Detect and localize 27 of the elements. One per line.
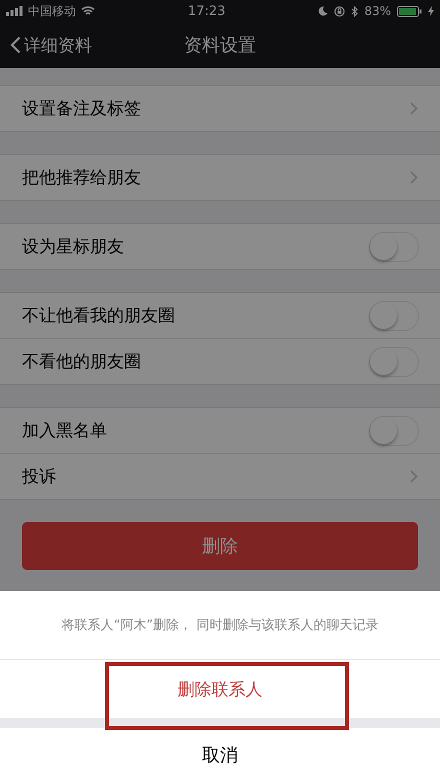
settings-row[interactable]: 不让他看我的朋友圈 xyxy=(0,293,440,338)
settings-row[interactable]: 设为星标朋友 xyxy=(0,224,440,269)
settings-row[interactable]: 加入黑名单 xyxy=(0,408,440,453)
page-title: 资料设置 xyxy=(184,34,256,57)
back-button[interactable]: 详细资料 xyxy=(0,34,92,56)
clock-time: 17:23 xyxy=(188,4,226,18)
toggle-switch[interactable] xyxy=(369,416,419,446)
toggle-switch[interactable] xyxy=(369,300,419,330)
back-chevron-icon xyxy=(10,36,21,54)
battery-percentage: 83% xyxy=(364,4,391,18)
wifi-icon xyxy=(81,6,95,16)
toggle-switch[interactable] xyxy=(369,346,419,376)
chevron-icon xyxy=(410,171,418,184)
settings-row[interactable]: 不看他的朋友圈 xyxy=(0,338,440,384)
chevron-icon xyxy=(410,102,418,115)
rotation-lock-icon xyxy=(334,6,346,16)
settings-row[interactable]: 设置备注及标签 xyxy=(0,86,440,131)
battery-icon xyxy=(396,6,422,16)
carrier-name: 中国移动 xyxy=(28,2,76,20)
bluetooth-icon xyxy=(351,6,358,16)
settings-row[interactable]: 投诉 xyxy=(0,453,440,499)
moon-icon xyxy=(318,6,328,16)
toggle-switch[interactable] xyxy=(369,232,419,262)
signal-icon xyxy=(6,6,23,16)
charging-icon xyxy=(428,6,434,16)
settings-row[interactable]: 把他推荐给朋友 xyxy=(0,155,440,200)
chevron-icon xyxy=(410,470,418,483)
